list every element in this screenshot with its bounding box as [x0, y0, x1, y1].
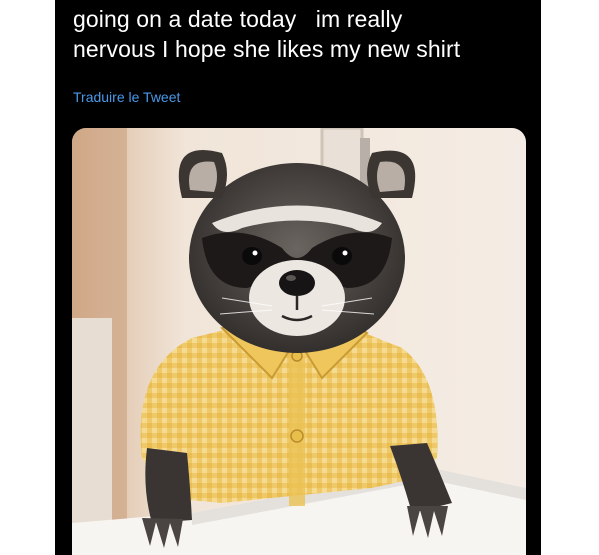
tweet-text-line: nervous I hope she likes my new shirt	[73, 36, 461, 62]
tweet-text-line: going on a date today im really	[73, 6, 403, 32]
tweet-card: going on a date today im really nervous …	[55, 0, 541, 555]
raccoon-photo	[72, 128, 526, 555]
translate-tweet-link[interactable]: Traduire le Tweet	[73, 88, 180, 106]
tweet-text: going on a date today im really nervous …	[73, 4, 533, 64]
tweet-media-image[interactable]	[72, 128, 526, 555]
